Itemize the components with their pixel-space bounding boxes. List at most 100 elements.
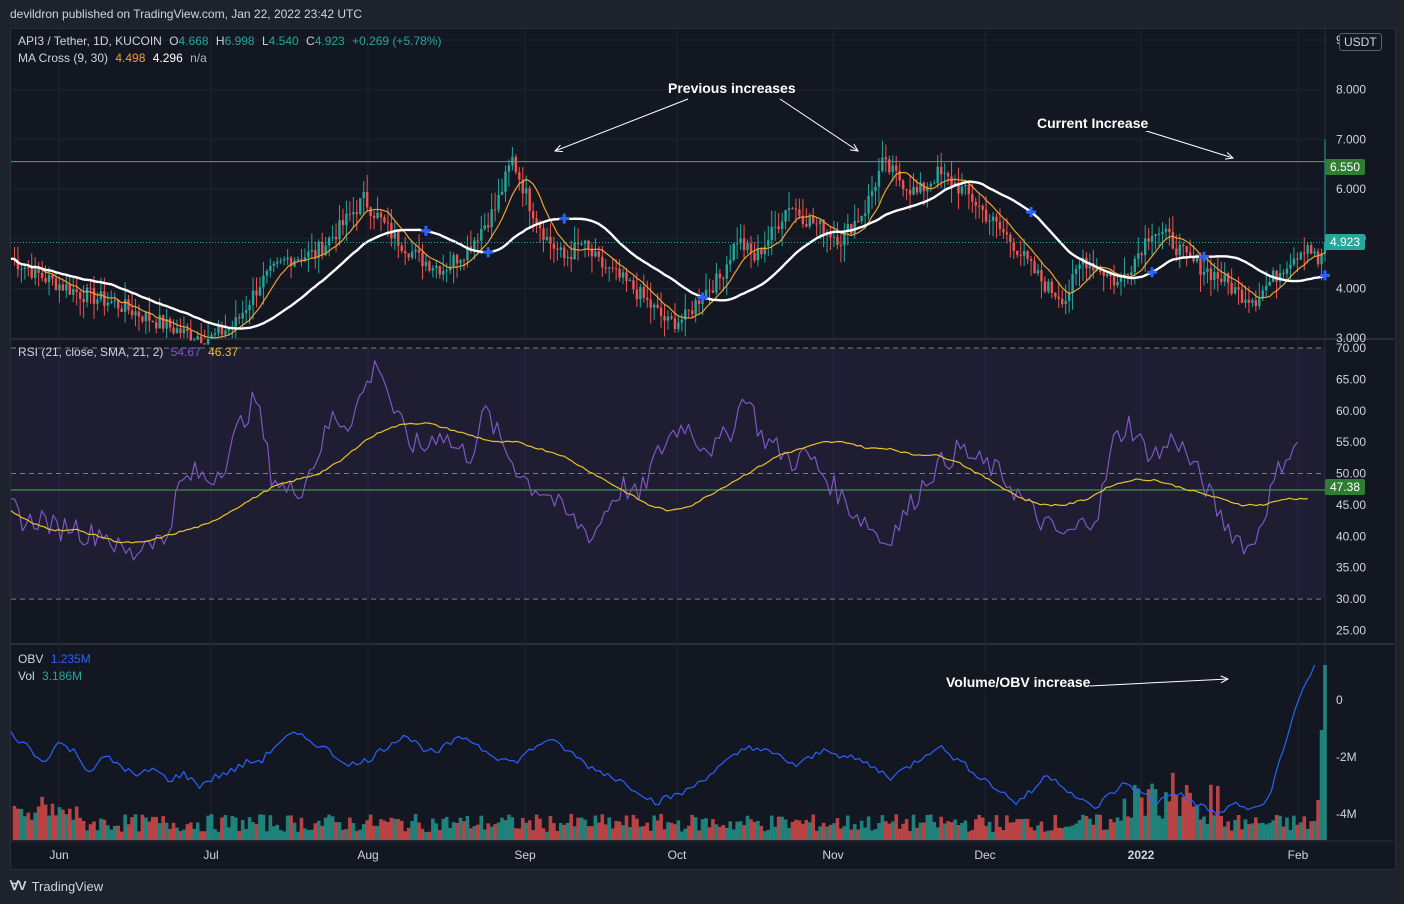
candle-body xyxy=(483,225,486,230)
candle-body xyxy=(1029,259,1033,262)
candle-body xyxy=(161,315,165,329)
volume-bar xyxy=(697,830,701,840)
volume-bar xyxy=(825,826,829,840)
candle-body xyxy=(1247,299,1251,303)
volume-bar xyxy=(597,822,601,840)
candle-body xyxy=(1040,270,1043,282)
candle-body xyxy=(1164,228,1168,232)
volume-bar xyxy=(1267,823,1272,840)
volume-bar xyxy=(1181,796,1186,840)
volume-bar xyxy=(109,829,114,840)
chart-canvas[interactable]: JunJulAugSepOctNovDec2022Feb3.0004.0005.… xyxy=(0,0,1404,904)
volume-bar xyxy=(832,823,836,840)
candle-body xyxy=(635,289,639,300)
volume-bar xyxy=(967,831,971,840)
volume-bar xyxy=(1198,819,1203,840)
volume-bar xyxy=(648,830,653,840)
tradingview-brand[interactable]: ⱯV TradingView xyxy=(10,878,103,894)
volume-bar xyxy=(686,825,691,840)
volume-bar xyxy=(199,831,203,840)
candle-body xyxy=(1047,281,1050,292)
volume-bar xyxy=(773,826,777,840)
volume-bar xyxy=(752,822,757,840)
volume-bar xyxy=(1177,815,1182,840)
candle-body xyxy=(244,310,248,313)
volume-bar xyxy=(240,820,245,840)
candle-body xyxy=(155,322,158,329)
volume-obv-annotation[interactable]: Volume/OBV increase xyxy=(946,674,1091,690)
candle-body xyxy=(808,216,811,227)
volume-bar xyxy=(1122,798,1127,840)
volume-bar xyxy=(137,831,141,840)
candle-body xyxy=(1265,285,1268,291)
time-axis-label: Sep xyxy=(514,848,536,862)
candle-body xyxy=(614,268,618,270)
candle-body xyxy=(856,220,860,222)
volume-bar xyxy=(565,822,570,840)
candle-body xyxy=(1299,252,1302,260)
candle-body xyxy=(1054,293,1057,297)
volume-bar xyxy=(189,822,193,840)
candle-body xyxy=(518,172,521,180)
volume-bar xyxy=(1105,829,1109,840)
rsi-legend[interactable]: RSI (21, close, SMA, 21, 2) 54.67 46.37 xyxy=(18,344,242,361)
volume-bar xyxy=(870,830,874,840)
volume-bars xyxy=(12,665,1327,840)
volume-bar xyxy=(1011,822,1016,840)
current-increase-annotation[interactable]: Current Increase xyxy=(1037,115,1149,131)
candle-body xyxy=(462,260,466,262)
obv-legend[interactable]: OBV 1.235M Vol 3.186M xyxy=(18,651,95,685)
volume-bar xyxy=(237,830,242,840)
volume-bar xyxy=(303,828,307,840)
volume-bar xyxy=(742,824,746,840)
candle-body xyxy=(1209,268,1213,281)
candle-body xyxy=(310,250,314,252)
volume-bar xyxy=(106,825,110,840)
volume-bar xyxy=(71,819,76,840)
volume-bar xyxy=(185,824,190,840)
volume-bar xyxy=(144,817,148,840)
volume-bar xyxy=(54,815,58,840)
candle-body xyxy=(652,304,656,308)
volume-bar xyxy=(33,812,38,840)
volume-bar xyxy=(455,822,459,840)
candle-body xyxy=(1244,299,1247,303)
previous-increases-annotation[interactable]: Previous increases xyxy=(668,80,796,96)
volume-bar xyxy=(216,831,221,840)
volume-bar xyxy=(1260,822,1265,840)
volume-bar xyxy=(417,822,421,840)
volume-bar xyxy=(1143,815,1147,840)
volume-bar xyxy=(323,817,328,840)
volume-bar xyxy=(1157,815,1161,840)
candle-body xyxy=(168,318,172,328)
rsi-axis-label: 60.00 xyxy=(1336,404,1366,418)
volume-bar xyxy=(846,815,850,840)
volume-bar xyxy=(600,814,605,840)
candle-body xyxy=(331,236,334,238)
time-axis-label: Nov xyxy=(822,848,843,862)
candle-body xyxy=(1126,273,1130,276)
candle-body xyxy=(1116,281,1119,286)
candle-body xyxy=(186,328,189,331)
obv-label: OBV xyxy=(18,652,44,666)
volume-bar xyxy=(1008,822,1013,840)
currency-button[interactable]: USDT xyxy=(1339,33,1382,51)
candle-body xyxy=(1254,300,1258,306)
volume-bar xyxy=(379,819,383,840)
volume-bar xyxy=(1212,815,1217,840)
candle-body xyxy=(376,212,379,218)
candle-body xyxy=(338,220,341,240)
candle-body xyxy=(1012,242,1015,251)
volume-bar xyxy=(296,831,300,840)
volume-bar xyxy=(102,819,107,840)
rsi-axis-label: 30.00 xyxy=(1336,592,1366,606)
ma-cross-legend[interactable]: MA Cross (9, 30) 4.498 4.296 n/a xyxy=(18,50,211,67)
candle-body xyxy=(1161,231,1164,234)
candle-body xyxy=(611,267,614,269)
candle-body xyxy=(78,292,82,299)
volume-bar xyxy=(980,817,985,840)
open-value: 4.668 xyxy=(178,34,209,48)
volume-bar xyxy=(814,830,819,840)
candle-body xyxy=(452,254,455,267)
volume-bar xyxy=(195,822,200,840)
